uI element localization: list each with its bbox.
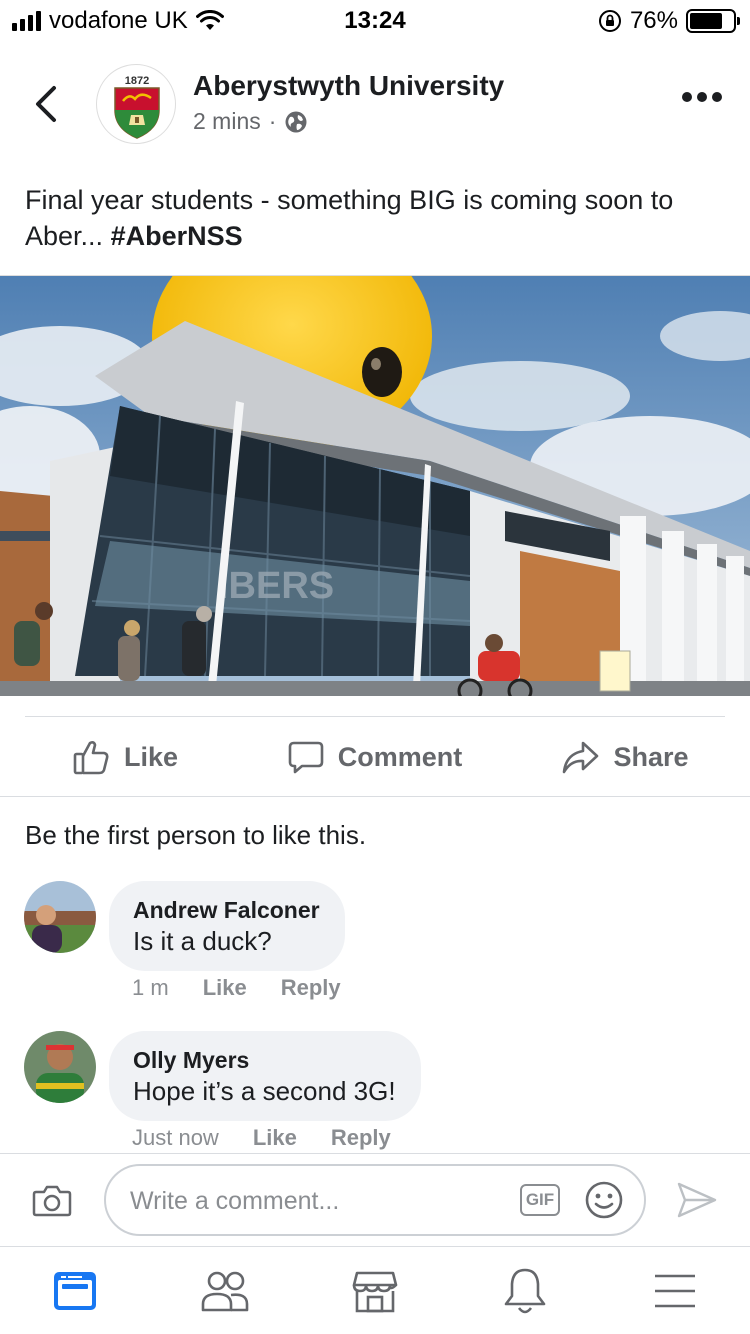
comment-text: Hope it’s a second 3G!	[133, 1076, 396, 1106]
post-text: Final year students - something BIG is c…	[25, 182, 735, 254]
avatar[interactable]	[24, 881, 96, 953]
share-arrow-icon	[563, 741, 599, 774]
comment-reply-button[interactable]: Reply	[331, 1125, 391, 1151]
status-bar: vodafone UK 13:24 76%	[0, 0, 750, 40]
more-options-button[interactable]	[682, 92, 722, 102]
comment-bubble[interactable]: Andrew Falconer Is it a duck?	[109, 881, 345, 971]
post-header: 1872 Aberystwyth University 2 mins ·	[0, 48, 750, 158]
battery-level-fill	[690, 13, 722, 29]
commenter-name[interactable]: Olly Myers	[133, 1045, 396, 1075]
commenter-name[interactable]: Andrew Falconer	[133, 895, 320, 925]
news-feed-icon	[54, 1271, 96, 1310]
like-button[interactable]: Like	[0, 718, 250, 796]
post-actions: Like Comment Share	[0, 718, 750, 796]
marketplace-icon	[352, 1271, 398, 1312]
battery-percent: 76%	[629, 7, 678, 34]
page-avatar[interactable]: 1872	[96, 64, 176, 144]
comment-input-box: GIF	[104, 1164, 646, 1236]
ibers-sign: IBERS	[218, 565, 334, 607]
hamburger-menu-icon	[655, 1274, 695, 1307]
share-button[interactable]: Share	[500, 718, 750, 796]
thumbs-up-icon	[73, 741, 109, 775]
comment-button[interactable]: Comment	[250, 718, 500, 796]
orientation-lock-icon	[598, 10, 621, 32]
post-image[interactable]: IBERS	[0, 275, 750, 696]
bottom-tab-bar	[0, 1247, 750, 1334]
comment-input[interactable]	[130, 1184, 510, 1218]
tab-menu[interactable]	[600, 1247, 750, 1334]
like-label: Like	[123, 741, 179, 772]
globe-icon	[285, 111, 307, 132]
logo-year: 1872	[125, 75, 149, 87]
likes-summary: Be the first person to like this.	[25, 820, 367, 850]
page-name[interactable]: Aberystwyth University	[193, 70, 504, 102]
bell-icon	[504, 1268, 546, 1313]
university-crest-logo: 1872	[114, 75, 160, 139]
avatar[interactable]	[24, 1031, 96, 1103]
actions-divider-top	[25, 716, 725, 717]
comment-item: Andrew Falconer Is it a duck? 1 m Like R…	[24, 881, 724, 1001]
meta-separator: ·	[268, 108, 277, 134]
camera-icon[interactable]	[32, 1182, 72, 1218]
tab-notifications[interactable]	[450, 1247, 600, 1334]
post-time[interactable]: 2 mins	[193, 108, 261, 135]
emoji-icon[interactable]	[584, 1180, 624, 1220]
comment-time: Just now	[132, 1125, 219, 1150]
comment-like-button[interactable]: Like	[203, 975, 247, 1001]
friends-icon	[201, 1271, 249, 1311]
gif-button[interactable]: GIF	[520, 1184, 560, 1216]
comment-like-button[interactable]: Like	[253, 1125, 297, 1151]
comment-reply-button[interactable]: Reply	[281, 975, 341, 1001]
comment-bubble[interactable]: Olly Myers Hope it’s a second 3G!	[109, 1031, 421, 1121]
post-meta: 2 mins ·	[193, 108, 308, 135]
comment-item: Olly Myers Hope it’s a second 3G! Just n…	[24, 1031, 724, 1151]
comment-text: Is it a duck?	[133, 926, 272, 956]
commenter-photo	[24, 881, 96, 953]
composer-divider	[0, 1153, 750, 1154]
comment-bubble-icon	[288, 741, 324, 774]
post-photo: IBERS	[0, 276, 750, 696]
comment-meta: 1 m Like Reply	[132, 975, 341, 1001]
send-icon[interactable]	[676, 1180, 718, 1220]
tab-friends[interactable]	[150, 1247, 300, 1334]
tab-news-feed[interactable]	[0, 1247, 150, 1334]
comment-label: Comment	[337, 741, 463, 772]
status-right: 76%	[598, 7, 740, 35]
actions-divider-bottom	[0, 796, 750, 797]
post-hashtag[interactable]: #AberNSS	[111, 221, 243, 251]
battery-icon	[686, 9, 740, 33]
comment-time: 1 m	[132, 975, 169, 1000]
back-button[interactable]	[30, 84, 62, 124]
commenter-photo	[24, 1031, 96, 1103]
tab-marketplace[interactable]	[300, 1247, 450, 1334]
comment-meta: Just now Like Reply	[132, 1125, 391, 1151]
share-label: Share	[613, 741, 689, 772]
